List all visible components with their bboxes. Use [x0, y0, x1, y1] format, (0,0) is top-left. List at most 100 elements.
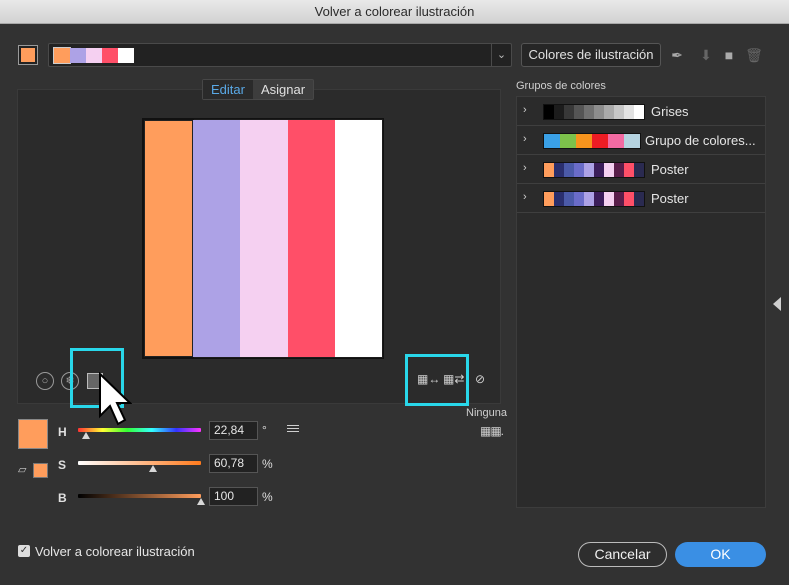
chevron-right-icon[interactable]: ›	[523, 162, 527, 174]
color-group-row[interactable]: › Grupo de colores...	[517, 127, 765, 155]
brightness-slider-track[interactable]	[78, 494, 201, 498]
color-strip-selector[interactable]: ⌄	[48, 43, 512, 67]
group-chip	[614, 163, 624, 177]
color-group-name: Grises	[651, 104, 689, 119]
group-chip	[594, 105, 604, 119]
strip-color-chip[interactable]	[70, 48, 86, 63]
eyedropper-icon[interactable]: ✒	[668, 46, 686, 64]
color-group-name: Poster	[651, 162, 689, 177]
color-group-row[interactable]: › Grises	[517, 98, 765, 126]
saturation-unit: %	[262, 457, 273, 471]
strip-color-chip[interactable]	[86, 48, 102, 63]
slider-menu-icon[interactable]	[287, 425, 299, 434]
brightness-label: B	[58, 491, 67, 505]
tab-editar[interactable]: Editar	[203, 80, 253, 99]
trash-icon[interactable]: 🗑	[745, 46, 763, 64]
group-chip	[554, 192, 564, 206]
color-bars-canvas[interactable]	[142, 118, 384, 359]
group-chip	[574, 105, 584, 119]
hue-label: H	[58, 425, 67, 439]
color-bar[interactable]	[287, 120, 335, 357]
unlink-icon[interactable]: ⊘	[472, 372, 488, 386]
saturation-input[interactable]: 60,78	[209, 454, 258, 473]
strip-color-chip[interactable]	[102, 48, 118, 63]
artwork-colors-button[interactable]: Colores de ilustración	[521, 43, 661, 67]
color-strip-chips	[53, 47, 134, 64]
group-chip	[574, 163, 584, 177]
mode-tabs: Editar Asignar	[202, 79, 315, 100]
group-chips	[543, 162, 645, 178]
hue-slider-thumb[interactable]	[81, 432, 90, 439]
brightness-slider-thumb[interactable]	[197, 498, 205, 505]
color-bar[interactable]	[142, 119, 195, 358]
color-group-name: Poster	[651, 191, 689, 206]
web-safe-swatch[interactable]	[33, 463, 48, 478]
group-chip	[624, 134, 640, 148]
group-chip	[624, 105, 634, 119]
chevron-right-icon[interactable]: ›	[523, 191, 527, 203]
color-library-label: Ninguna	[466, 407, 507, 419]
group-chip	[544, 134, 560, 148]
group-chip	[604, 163, 614, 177]
group-chips	[543, 133, 641, 149]
cancel-button[interactable]: Cancelar	[578, 542, 667, 567]
brightness-input[interactable]: 100	[209, 487, 258, 506]
saturation-slider-thumb[interactable]	[148, 465, 157, 472]
group-chip	[544, 163, 554, 177]
group-chip	[608, 134, 624, 148]
group-chip	[544, 105, 554, 119]
color-group-row[interactable]: › Poster	[517, 185, 765, 213]
color-group-row[interactable]: › Poster	[517, 156, 765, 184]
collapse-panel-icon[interactable]	[773, 297, 781, 311]
current-color-fill	[21, 48, 35, 62]
strip-color-chip[interactable]	[118, 48, 134, 63]
saturation-label: S	[58, 458, 67, 472]
chevron-right-icon[interactable]: ›	[523, 133, 527, 145]
group-chip	[614, 105, 624, 119]
group-chip	[624, 163, 634, 177]
save-group-icon[interactable]: ⬇	[697, 46, 715, 64]
group-chips	[543, 191, 645, 207]
group-chip	[564, 192, 574, 206]
color-bar[interactable]	[240, 120, 288, 357]
group-chip	[624, 192, 634, 206]
out-of-gamut-icon[interactable]: ▱	[18, 463, 26, 476]
hue-input[interactable]: 22,84	[209, 421, 258, 440]
mouse-cursor-icon	[99, 372, 132, 426]
saturation-slider-track[interactable]	[78, 461, 201, 465]
group-chip	[564, 105, 574, 119]
color-bar[interactable]	[334, 120, 383, 357]
group-chip	[584, 105, 594, 119]
color-bar[interactable]	[193, 120, 241, 357]
group-chip	[574, 192, 584, 206]
selected-color-swatch[interactable]	[18, 419, 48, 449]
group-chip	[584, 163, 594, 177]
chevron-right-icon[interactable]: ›	[523, 104, 527, 116]
group-chip	[576, 134, 592, 148]
ok-button[interactable]: OK	[675, 542, 766, 567]
group-chip	[634, 163, 644, 177]
recolor-checkbox-label: Volver a colorear ilustración	[35, 544, 195, 559]
hue-slider-track[interactable]	[78, 428, 201, 432]
group-chip	[554, 163, 564, 177]
group-chip	[634, 192, 644, 206]
recolor-checkbox[interactable]: ✓	[18, 545, 30, 557]
strip-color-chip[interactable]	[53, 47, 71, 64]
smooth-wheel-icon[interactable]: ○	[36, 372, 54, 390]
swatch-library-icon[interactable]: ▦▦.	[480, 424, 504, 438]
folder-icon[interactable]: ■	[720, 46, 738, 64]
group-chip	[634, 105, 644, 119]
window-title: Volver a colorear ilustración	[0, 0, 789, 24]
chevron-down-icon[interactable]: ⌄	[491, 44, 511, 66]
group-chip	[544, 192, 554, 206]
tab-asignar[interactable]: Asignar	[253, 80, 313, 99]
group-chip	[592, 134, 608, 148]
highlight-box-right	[405, 354, 469, 406]
group-chip	[584, 192, 594, 206]
group-chip	[604, 192, 614, 206]
color-groups-title: Grupos de colores	[516, 80, 606, 92]
color-group-name: Grupo de colores...	[645, 133, 756, 148]
current-color-swatch[interactable]	[18, 45, 38, 65]
group-chip	[560, 134, 576, 148]
brightness-unit: %	[262, 490, 273, 504]
